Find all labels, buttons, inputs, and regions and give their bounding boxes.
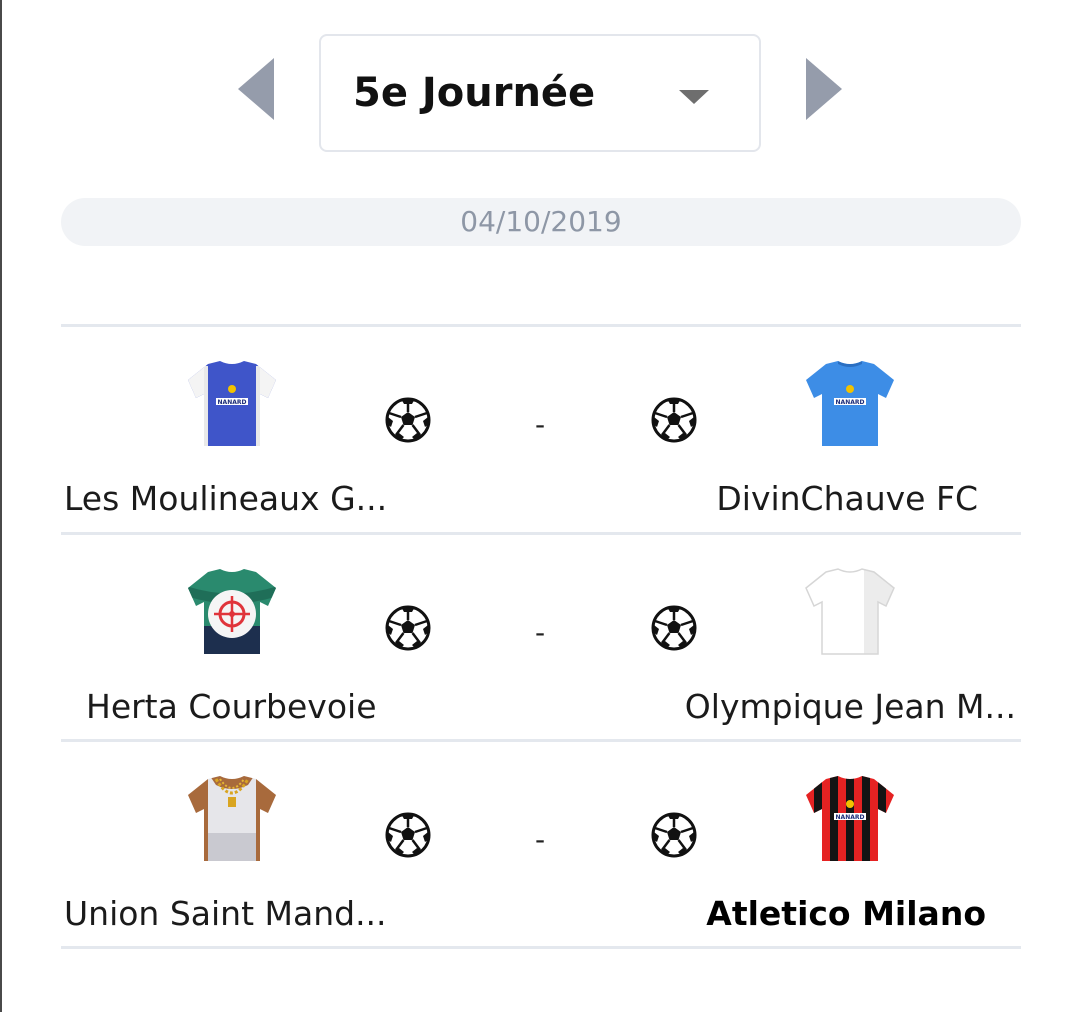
match-date: 04/10/2019 (61, 198, 1021, 246)
jersey-blue-nanard-icon: NANARD (188, 361, 276, 446)
away-score-ball-icon (650, 811, 698, 859)
previous-round-button[interactable] (238, 58, 274, 120)
home-score-ball-icon (384, 604, 432, 652)
jersey-light-blue-nanard-icon: NANARD (806, 361, 894, 446)
away-team-name: Atletico Milano (706, 894, 986, 933)
svg-text:NANARD: NANARD (218, 399, 247, 406)
svg-text:NANARD: NANARD (836, 814, 865, 821)
away-team-name: Olympique Jean M... (684, 687, 1016, 726)
jersey-red-black-stripes-icon: NANARD (806, 776, 894, 861)
svg-text:NANARD: NANARD (836, 399, 865, 406)
divider (61, 946, 1021, 949)
round-label: 5e Journée (353, 70, 596, 116)
jersey-gold-chain-icon (188, 776, 276, 861)
score-separator: - (534, 616, 546, 649)
chevron-down-icon (679, 90, 709, 104)
next-round-button[interactable] (806, 58, 842, 120)
away-score-ball-icon (650, 604, 698, 652)
chevron-left-icon (238, 58, 274, 120)
score-separator: - (534, 408, 546, 441)
divider (61, 324, 1021, 327)
away-team-name: DivinChauve FC (716, 479, 978, 518)
home-score-ball-icon (384, 396, 432, 444)
chevron-right-icon (806, 58, 842, 120)
home-team-name: Les Moulineaux G... (64, 479, 388, 518)
away-score-ball-icon (650, 396, 698, 444)
match-row[interactable]: - NANARD Union Saint Mand... Atletico Mi… (0, 743, 1080, 949)
home-team-name: Union Saint Mand... (64, 894, 387, 933)
match-row[interactable]: - Herta Courbevoie Olympique Jean M... (0, 536, 1080, 742)
jersey-green-target-icon (188, 569, 276, 654)
round-select[interactable]: 5e Journée (319, 34, 761, 152)
divider (61, 532, 1021, 535)
score-separator: - (534, 823, 546, 856)
jersey-white-icon (805, 568, 895, 655)
home-team-name: Herta Courbevoie (86, 687, 377, 726)
home-score-ball-icon (384, 811, 432, 859)
divider (61, 739, 1021, 742)
match-row[interactable]: NANARD - NANARD Les Moulineaux G... Divi… (0, 328, 1080, 534)
